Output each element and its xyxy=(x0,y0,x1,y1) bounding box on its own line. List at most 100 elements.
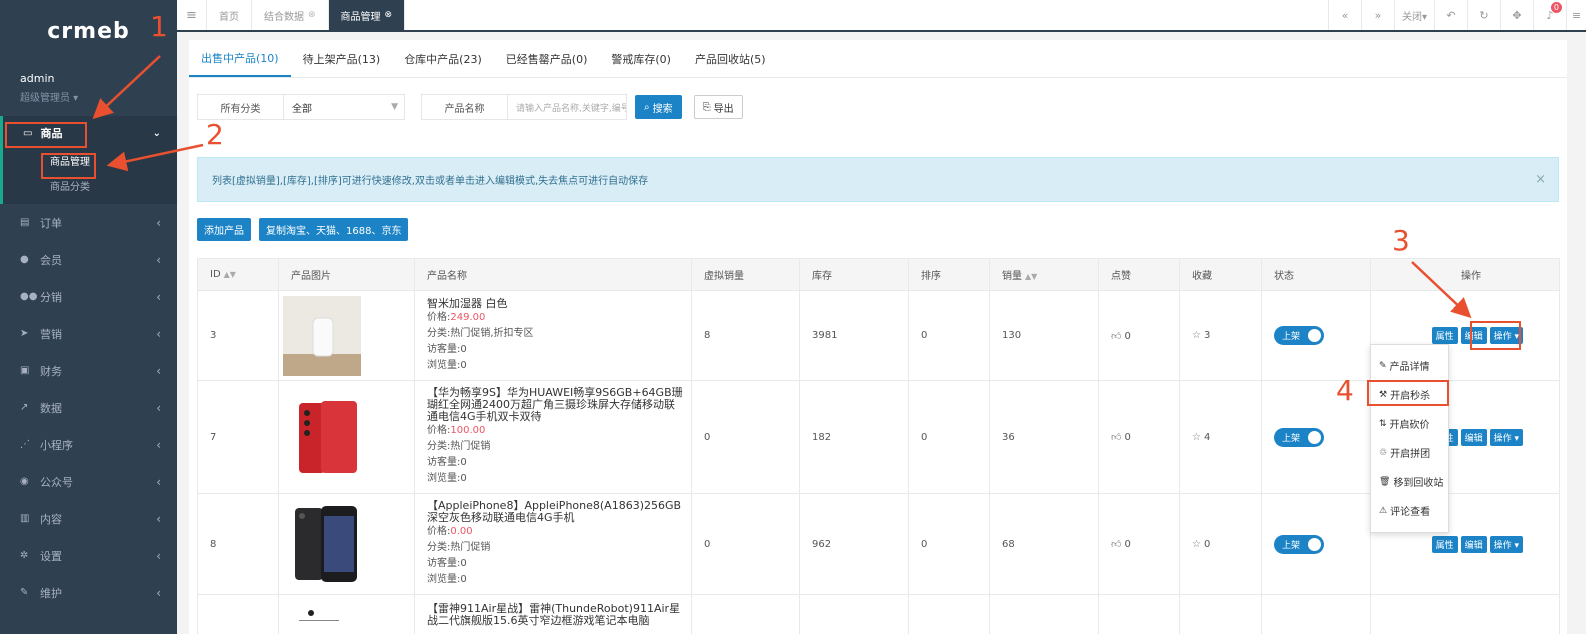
product-name[interactable]: 智米加湿器 白色 xyxy=(427,297,691,310)
menu-item-bargain[interactable]: ⇅ 开启砍价 xyxy=(1371,409,1448,438)
table-row: 7 【华为畅享9S】华为HUAWEI畅享9S6GB+64GB珊瑚红全网通2400… xyxy=(197,380,1560,494)
sidebar-item-settings[interactable]: ✲ 设置 ‹ xyxy=(0,537,177,574)
annotation-number-3: 3 xyxy=(1392,224,1410,257)
edit-button[interactable]: 编辑 xyxy=(1460,535,1487,553)
product-name[interactable]: 【雷神911Air星战】雷神(ThundeRobot)911Air星战二代旗舰版… xyxy=(427,603,691,627)
sidebar-item-label: 维护 xyxy=(40,586,62,600)
ops-dropdown-menu: ✎ 产品详情 ⚒ 开启秒杀 ⇅ 开启砍价 ♲ 开启拼团 🗑︎ 移到回收站 ⚠ 评论查看 xyxy=(1370,344,1449,533)
sidebar-item-members[interactable]: ● 会员 ‹ xyxy=(0,241,177,278)
annotation-number-2: 2 xyxy=(206,118,224,151)
sidebar-item-distribution[interactable]: ●● 分销 ‹ xyxy=(0,278,177,315)
pencil-icon: ✎ xyxy=(1379,360,1387,371)
product-image-iphone[interactable] xyxy=(291,504,369,584)
more-menu-button[interactable]: ≡ xyxy=(1566,0,1586,30)
ops-dropdown-button[interactable]: 操作 ▾ xyxy=(1489,428,1523,446)
alert-text: 列表[虚拟销量],[库存],[排序]可进行快速修改,双击或者单击进入编辑模式,失… xyxy=(212,176,649,187)
close-tab-icon[interactable]: ⊗ xyxy=(385,10,393,20)
product-image-humidifier[interactable] xyxy=(283,295,361,376)
sidebar-item-label: 数据 xyxy=(40,401,62,415)
menu-item-recycle[interactable]: 🗑︎ 移到回收站 xyxy=(1371,467,1448,496)
back-icon: ↶ xyxy=(1446,8,1456,22)
menu-item-group-buy[interactable]: ♲ 开启拼团 xyxy=(1371,438,1448,467)
product-image-huawei[interactable] xyxy=(291,397,369,477)
chevron-left-icon: ‹ xyxy=(156,363,161,378)
fullscreen-button[interactable]: ✥ xyxy=(1500,0,1533,30)
search-button[interactable]: ⌕ 搜索 xyxy=(635,95,682,119)
header-label: 销量 xyxy=(1002,271,1022,282)
cell-stock[interactable]: 182 xyxy=(799,380,909,494)
copy-product-button[interactable]: 复制淘宝、天猫、1688、京东 xyxy=(259,218,409,241)
close-icon[interactable]: × xyxy=(1535,172,1546,187)
annotation-box-flash-sale xyxy=(1367,380,1449,406)
cell-name: 智米加湿器 白色 价格:249.00 分类:热门促销,折扣专区 访客量:0 浏览… xyxy=(414,290,692,381)
close-tab-icon[interactable]: ⊗ xyxy=(308,10,316,20)
tab-recycle-bin[interactable]: 产品回收站(5) xyxy=(683,40,778,77)
chevron-left-icon: ‹ xyxy=(156,215,161,230)
product-name-input[interactable]: 请输入产品名称,关键字,编号 xyxy=(507,94,627,120)
product-name[interactable]: 【AppleiPhone8】AppleiPhone8(A1863)256GB深空… xyxy=(427,500,691,524)
tab-low-stock[interactable]: 警戒库存(0) xyxy=(599,40,683,77)
cell-virtual-sales[interactable]: 0 xyxy=(691,493,800,595)
sidebar-item-content[interactable]: ▥ 内容 ‹ xyxy=(0,500,177,537)
cell-status: 上架 xyxy=(1261,290,1371,381)
cell-stock[interactable]: 962 xyxy=(799,493,909,595)
sidebar-item-wechat[interactable]: ◉ 公众号 ‹ xyxy=(0,463,177,500)
back-button[interactable]: ↶ xyxy=(1434,0,1467,30)
scroll-left-button[interactable]: « xyxy=(1328,0,1361,30)
menu-toggle-button[interactable]: ≡ xyxy=(177,0,207,30)
product-name[interactable]: 【华为畅享9S】华为HUAWEI畅享9S6GB+64GB珊瑚红全网通2400万超… xyxy=(427,387,691,423)
toggle-knob xyxy=(1308,537,1321,551)
tab-home[interactable]: 首页 xyxy=(207,0,252,30)
close-menu-label: 关闭▾ xyxy=(1401,11,1428,23)
product-image-laptop[interactable] xyxy=(291,605,361,625)
sidebar-item-marketing[interactable]: ➤ 营销 ‹ xyxy=(0,315,177,352)
sidebar-item-finance[interactable]: ▣ 财务 ‹ xyxy=(0,352,177,389)
status-toggle[interactable]: 上架 xyxy=(1274,534,1324,554)
col-sales[interactable]: 销量 ▲▼ xyxy=(989,258,1099,291)
cell-sort[interactable]: 0 xyxy=(908,290,990,381)
category-select[interactable]: 全部 ▼ xyxy=(283,94,405,120)
top-tab-bar: ≡ 首页 结合数据 ⊗ 商品管理 ⊗ « » 关闭▾ ↶ ↻ ✥ ♪ 0 ≡ xyxy=(177,0,1586,32)
cell-virtual-sales[interactable]: 8 xyxy=(691,290,800,381)
status-toggle[interactable]: 上架 xyxy=(1274,326,1324,345)
menu-item-reviews[interactable]: ⚠ 评论查看 xyxy=(1371,496,1448,525)
product-price: 价格:100.00 xyxy=(427,423,691,439)
sidebar-item-orders[interactable]: ▤ 订单 ‹ xyxy=(0,204,177,241)
tab-on-sale[interactable]: 出售中产品(10) xyxy=(189,40,291,77)
menu-item-product-detail[interactable]: ✎ 产品详情 xyxy=(1371,351,1448,380)
ops-dropdown-button[interactable]: 操作 ▾ xyxy=(1489,535,1523,553)
trash-icon: 🗑︎ xyxy=(1379,476,1391,487)
user-role-dropdown[interactable]: 超级管理员 ▾ xyxy=(20,89,157,104)
tab-warehouse[interactable]: 仓库中产品(23) xyxy=(392,40,494,77)
book-icon: ▥ xyxy=(20,513,30,524)
add-product-button[interactable]: 添加产品 xyxy=(197,218,251,241)
close-menu-button[interactable]: 关闭▾ xyxy=(1394,0,1434,30)
cell-id xyxy=(197,594,279,634)
attr-button[interactable]: 属性 xyxy=(1431,535,1458,553)
likes-value: 0 xyxy=(1124,432,1131,443)
tab-pending[interactable]: 待上架产品(13) xyxy=(291,40,393,77)
header-label: ID xyxy=(210,269,221,280)
category-select-value: 全部 xyxy=(292,103,312,115)
user-profile[interactable]: admin 超级管理员 ▾ xyxy=(0,62,177,116)
cell-stock[interactable]: 3981 xyxy=(799,290,909,381)
tab-combined-data[interactable]: 结合数据 ⊗ xyxy=(252,0,329,30)
sort-icon: ▲▼ xyxy=(1025,272,1038,281)
sidebar-item-maintenance[interactable]: ✎ 维护 ‹ xyxy=(0,574,177,611)
cell-virtual-sales[interactable]: 0 xyxy=(691,380,800,494)
sidebar-item-data[interactable]: ↗ 数据 ‹ xyxy=(0,389,177,426)
attr-button[interactable]: 属性 xyxy=(1431,327,1458,344)
tab-product-management[interactable]: 商品管理 ⊗ xyxy=(328,0,406,30)
refresh-button[interactable]: ↻ xyxy=(1467,0,1500,30)
edit-button[interactable]: 编辑 xyxy=(1460,428,1487,446)
product-visitors: 访客量:0 xyxy=(427,343,467,355)
tab-sold-out[interactable]: 已经售罄产品(0) xyxy=(494,40,600,77)
notification-button[interactable]: ♪ 0 xyxy=(1533,0,1566,30)
col-id[interactable]: ID ▲▼ xyxy=(197,258,279,291)
status-toggle[interactable]: 上架 xyxy=(1274,427,1324,447)
scroll-right-button[interactable]: » xyxy=(1361,0,1394,30)
export-button[interactable]: ⎘ 导出 xyxy=(693,95,743,119)
cell-sort[interactable]: 0 xyxy=(908,380,990,494)
sidebar-item-miniprogram[interactable]: ⋰ 小程序 ‹ xyxy=(0,426,177,463)
cell-sort[interactable]: 0 xyxy=(908,493,990,595)
